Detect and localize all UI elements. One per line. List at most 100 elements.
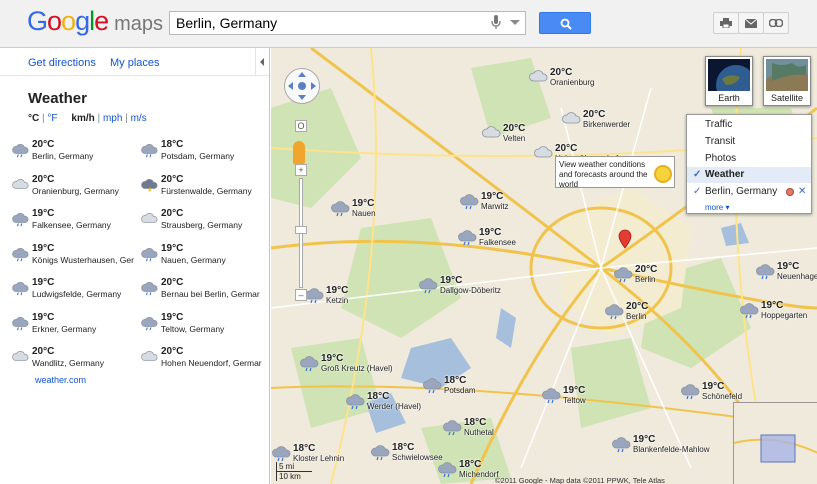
zoom-in-button[interactable]: + (295, 164, 307, 176)
remove-layer-icon[interactable]: ✕ (798, 184, 806, 200)
map-scale: 5 mi 10 km (276, 462, 324, 481)
sun-icon (654, 165, 672, 183)
search-input[interactable] (169, 11, 526, 35)
weather-city: Teltow, Germany (161, 323, 225, 334)
weather-city: Hohen Neuendorf, Germar (161, 358, 262, 368)
weather-list-item[interactable]: 20°C Fürstenwalde, Germany (141, 174, 261, 204)
weather-list-item[interactable]: 20°C Strausberg, Germany (141, 208, 261, 238)
rain-cloud-icon (442, 418, 464, 436)
marker-city: Berlin (626, 312, 647, 321)
weather-list-item[interactable]: 20°C Hohen Neuendorf, Germar (141, 346, 262, 376)
map-weather-marker[interactable]: 19°C Nauen (330, 195, 390, 221)
unit-ms[interactable]: m/s (131, 113, 147, 124)
weather-com-link[interactable]: weather.com (35, 375, 86, 385)
layer-weather[interactable]: ✓ Weather (687, 167, 811, 183)
units-selector: °C | °F km/h | mph | m/s (28, 113, 147, 124)
get-directions-link[interactable]: Get directions (28, 57, 96, 69)
pan-control[interactable] (284, 68, 320, 104)
map-weather-marker[interactable]: 20°C Velten (481, 120, 541, 146)
satellite-view-button[interactable]: Satellite (763, 56, 811, 106)
map-weather-marker[interactable]: 20°C Berlin (613, 261, 673, 287)
layer-transit[interactable]: Transit (687, 134, 811, 150)
thunderstorm-icon (141, 177, 159, 193)
header: Google maps (0, 0, 817, 48)
rain-cloud-icon (271, 444, 293, 462)
map-weather-marker[interactable]: 19°C Dallgow-Döberitz (418, 272, 501, 298)
weather-list-item[interactable]: 19°C Nauen, Germany (141, 243, 261, 273)
layers-more-link[interactable]: more ▾ (705, 203, 729, 212)
my-places-link[interactable]: My places (110, 57, 160, 69)
cloudy-icon (561, 110, 583, 128)
layer-traffic[interactable]: Traffic (687, 117, 811, 133)
google-maps-logo[interactable]: Google maps (27, 6, 163, 37)
marker-temp: 19°C (479, 227, 502, 238)
weather-list-item[interactable]: 19°C Erkner, Germany (12, 312, 132, 342)
search-icon (560, 18, 572, 30)
marker-temp: 19°C (440, 275, 463, 286)
weather-list-item[interactable]: 19°C Teltow, Germany (141, 312, 261, 342)
map-weather-marker[interactable]: 19°C Ketzin (304, 282, 364, 308)
collapse-sidebar-button[interactable] (255, 48, 269, 76)
weather-city: Oranienburg, Germany (32, 185, 119, 196)
marker-temp: 20°C (503, 123, 526, 134)
layer-berlin-germany[interactable]: ✓ Berlin, Germany ✕ (687, 184, 811, 200)
rotate-reset-button[interactable]: O (295, 120, 307, 132)
map-weather-marker[interactable]: 20°C Oranienburg (528, 64, 594, 90)
map-canvas[interactable]: 20°C Oranienburg 20°C Birkenwerder 20°C Velte… (271, 48, 817, 484)
map-weather-marker[interactable]: 19°CNeuenhagen (755, 258, 817, 284)
rain-cloud-icon (755, 262, 777, 280)
microphone-icon[interactable] (491, 15, 501, 30)
map-weather-marker[interactable]: 18°C Werder (Havel) (345, 388, 421, 414)
weather-temp: 19°C (161, 311, 184, 323)
weather-tooltip: View weather conditions and forecasts ar… (555, 156, 675, 189)
weather-list-item[interactable]: 20°C Oranienburg, Germany (12, 174, 132, 204)
map-weather-marker[interactable]: 19°C Groß Kreutz (Havel) (299, 350, 393, 376)
map-weather-marker[interactable]: 19°C Marwitz (459, 188, 519, 214)
marker-temp: 19°C (321, 353, 344, 364)
cloudy-icon (481, 124, 503, 142)
map-weather-marker[interactable]: 19°C Hoppegarten (739, 297, 807, 323)
marker-temp: 19°C (563, 385, 586, 396)
weather-list-item[interactable]: 19°C Ludwigsfelde, Germany (12, 277, 132, 307)
search-button[interactable] (539, 12, 591, 34)
weather-temp: 19°C (32, 208, 55, 219)
unit-kmh[interactable]: km/h (71, 113, 94, 124)
zoom-out-button[interactable]: – (295, 289, 307, 301)
map-weather-marker[interactable]: 18°C Schwielowsee (370, 439, 443, 465)
zoom-slider-handle[interactable] (295, 226, 307, 234)
layer-photos[interactable]: Photos (687, 151, 811, 167)
map-weather-marker[interactable]: 19°C Blankenfelde-Mahlow (611, 431, 710, 457)
search-dropdown-icon[interactable] (510, 20, 520, 25)
unit-fahrenheit[interactable]: °F (47, 113, 57, 124)
weather-list-item[interactable]: 20°C Berlin, Germany (12, 139, 132, 169)
map-weather-marker[interactable]: 18°C Potsdam (422, 372, 482, 398)
map-weather-marker[interactable]: 20°C Berlin (604, 298, 664, 324)
map-weather-marker[interactable]: 18°C Michendorf (437, 456, 499, 482)
weather-heading: Weather (28, 90, 87, 107)
map-weather-marker[interactable]: 19°C Falkensee (457, 224, 517, 250)
map-weather-marker[interactable]: 19°C Schönefeld (680, 378, 742, 404)
weather-list-item[interactable]: 18°C Potsdam, Germany (141, 139, 261, 169)
email-button[interactable] (738, 12, 764, 34)
overview-map[interactable] (733, 402, 817, 484)
link-icon (769, 19, 783, 27)
weather-list-item[interactable]: 20°C Wandlitz, Germany (12, 346, 132, 376)
rain-cloud-icon (141, 280, 159, 296)
map-weather-marker[interactable]: 20°C Birkenwerder (561, 106, 630, 132)
unit-celsius[interactable]: °C (28, 113, 39, 124)
weather-list-item[interactable]: 19°C Falkensee, Germany (12, 208, 132, 238)
map-weather-marker[interactable]: 19°C Teltow (541, 382, 601, 408)
unit-mph[interactable]: mph (103, 113, 122, 124)
weather-list-item[interactable]: 20°C Bernau bei Berlin, Germar (141, 277, 261, 307)
scale-mi: 5 mi (276, 462, 312, 472)
earth-view-button[interactable]: Earth (705, 56, 753, 106)
street-view-pegman-icon[interactable] (293, 141, 305, 165)
logo-maps-text: maps (114, 13, 164, 35)
link-button[interactable] (763, 12, 789, 34)
print-button[interactable] (713, 12, 739, 34)
map-weather-marker[interactable]: 18°C Nuthetal (442, 414, 502, 440)
rain-cloud-icon (541, 386, 563, 404)
sidebar-nav: Get directions My places (0, 48, 269, 76)
marker-temp: 20°C (555, 143, 578, 154)
weather-list-item[interactable]: 19°C Königs Wusterhausen, Ger (12, 243, 134, 273)
